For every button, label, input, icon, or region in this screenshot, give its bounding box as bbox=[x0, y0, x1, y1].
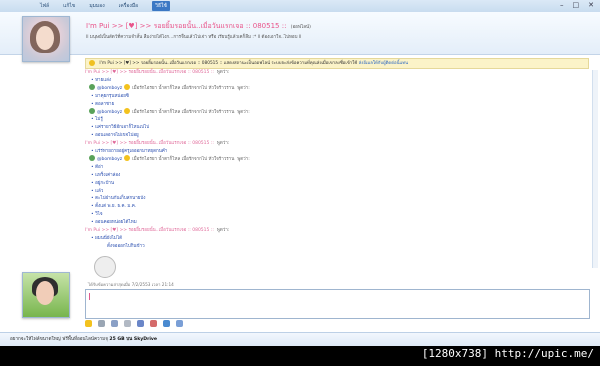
sender-tagline: เมื่อรักไอรยา น้ำตาก็ไหล เมื่อรักจากไป ห… bbox=[132, 156, 235, 162]
says-label: พูดว่า: bbox=[237, 156, 250, 162]
contact-avatar[interactable] bbox=[22, 16, 70, 62]
message-text: • ออนเลอาจไม่เขจไปอยู bbox=[91, 133, 139, 139]
message-header: @bomboyz เมื่อรักไอรยา น้ำตาก็ไหล เมื่อรั… bbox=[87, 108, 250, 115]
smiley-icon bbox=[124, 155, 131, 162]
last-message-timestamp: ได้รับข้อความล่าสุดเมื่อ 7/2/2553 เวลา 2… bbox=[88, 282, 174, 287]
sender-name: I'm Pui >> [♥] >> รอยยิ้มรอยนั้น..เมื่อว… bbox=[85, 70, 214, 75]
contact-personal-message: ll มนุษย์เป็นสัตว์ที่ความจำสั้น ลืมง่ายไ… bbox=[86, 35, 302, 40]
smiley-icon bbox=[124, 108, 131, 114]
skydrive-promo[interactable]: อยากจะให้ไฟล์ขนาดใหญ่ ฟรีพื้นที่ออนไลน์ค… bbox=[10, 333, 157, 346]
menu-tools[interactable]: เครื่องมือ bbox=[119, 1, 138, 11]
message-text: • ไม่รู้ bbox=[91, 117, 103, 123]
sender-name: @bomboyz bbox=[97, 85, 123, 91]
message-header: @bomboyz เมื่อรักไอรยา น้ำตาก็ไหล เมื่อรั… bbox=[87, 155, 250, 162]
buddy-icon bbox=[89, 84, 95, 91]
handwriting-icon[interactable] bbox=[163, 320, 170, 327]
message-text: • มาคุยกรุนหน่อยซิ bbox=[91, 93, 129, 99]
contact-status: (ออฟไลน์) bbox=[290, 25, 311, 30]
avatar-face bbox=[36, 281, 54, 305]
conversation-scrollbar[interactable] bbox=[592, 70, 598, 268]
menu-edit[interactable]: แก้ไข bbox=[63, 1, 75, 11]
cartoon-emoticon bbox=[94, 256, 116, 278]
compose-toolbar bbox=[85, 319, 325, 328]
menu-view[interactable]: มุมมอง bbox=[89, 1, 104, 11]
message-text: • ผมนนี่ยังไม่ได้ bbox=[91, 235, 123, 241]
watermark: [1280x738] http://upic.me/ bbox=[421, 347, 594, 360]
message-text: • ตอลาชาย bbox=[91, 101, 115, 107]
message-text: • แค่รายาวิธีอีกเอาก็ไหนเปไป bbox=[91, 125, 150, 131]
sender-name: @bomboyz bbox=[97, 156, 123, 162]
buddy-icon bbox=[89, 108, 95, 114]
says-label: พูดว่า: bbox=[216, 70, 230, 75]
says-label: พูดว่า: bbox=[237, 109, 250, 115]
message-header: I'm Pui >> [♥] >> รอยยิ้มรอยนั้น..เมื่อว… bbox=[85, 226, 229, 233]
font-icon[interactable] bbox=[137, 320, 144, 327]
maximize-button[interactable]: □ bbox=[573, 1, 580, 10]
message-text: • แล้ว bbox=[91, 188, 104, 194]
my-avatar[interactable] bbox=[22, 272, 70, 318]
message-header: I'm Pui >> [♥] >> รอยยิ้มรอยนั้น..เมื่อว… bbox=[85, 139, 229, 146]
sender-name: I'm Pui >> [♥] >> รอยยิ้มรอยนั้น..เมื่อว… bbox=[85, 228, 214, 233]
message-input[interactable] bbox=[85, 289, 590, 319]
message-text: • แหร็งเค่าล่อง bbox=[91, 172, 121, 178]
window-controls: – □ ✕ bbox=[560, 1, 594, 10]
message-text: • ออนคอยหน่อยได้ไหม bbox=[91, 220, 137, 226]
gift-icon[interactable] bbox=[176, 320, 183, 327]
promo-text: อยากจะให้ไฟล์ขนาดใหญ่ ฟรีพื้นที่ออนไลน์ค… bbox=[10, 337, 108, 342]
send-email-link[interactable]: ส่งอีเมลให้กับผู้ติดต่อนี้แทน bbox=[359, 61, 408, 66]
message-text: • ตะไปฝ่านกันเก็บสกนายบัง bbox=[91, 196, 146, 202]
message-header: @bomboyz เมื่อรักไอรยา น้ำตาก็ไหล เมื่อรั… bbox=[87, 84, 250, 91]
info-icon bbox=[89, 59, 95, 66]
sender-name: I'm Pui >> [♥] >> รอยยิ้มรอยนั้น..เมื่อว… bbox=[85, 141, 214, 147]
close-button[interactable]: ✕ bbox=[588, 1, 594, 10]
message-text: • ดีอ่า bbox=[91, 164, 104, 170]
minimize-button[interactable]: – bbox=[560, 1, 564, 10]
emoticon-icon[interactable] bbox=[85, 320, 92, 327]
conversation-history: I'm Pui >> [♥] >> รอยยิ้มรอยนั้น..เมื่อว… bbox=[85, 68, 585, 268]
voice-clip-icon[interactable] bbox=[124, 320, 131, 327]
message-header: I'm Pui >> [♥] >> รอยยิ้มรอยนั้น..เมื่อว… bbox=[85, 68, 229, 75]
contact-display-name: I'm Pui >> [♥] >> รอยยิ้มรอยนั้น..เมื่อว… bbox=[86, 22, 287, 30]
message-text: • ตั้งแต่ พ.ย. ธ.ค. ม.ค. bbox=[91, 204, 137, 210]
menu-file[interactable]: ไฟล์ bbox=[40, 1, 49, 11]
buddy-icon bbox=[89, 155, 95, 162]
sender-name: @bomboyz bbox=[97, 109, 123, 115]
says-label: พูดว่า: bbox=[216, 228, 230, 233]
message-text: • อยู่กะบ้าน bbox=[91, 180, 115, 186]
message-text: • วิไจ bbox=[91, 212, 103, 218]
sender-tagline: เมื่อรักไอรยา น้ำตาก็ไหล เมื่อรักจากไป ห… bbox=[132, 85, 235, 91]
messenger-window: ไฟล์ แก้ไข มุมมอง เครื่องมือ วิธีใช้ – □… bbox=[0, 0, 600, 346]
message-text: • หายแล่ง bbox=[91, 77, 112, 83]
says-label: พูดว่า: bbox=[216, 141, 230, 147]
offline-notice-text: I'm Pui >> [♥] >> รอยยิ้มรอยนั้น..เมื่อว… bbox=[99, 61, 358, 66]
nudge-icon[interactable] bbox=[111, 320, 118, 327]
background-icon[interactable] bbox=[150, 320, 157, 327]
menu-help[interactable]: วิธีใช้ bbox=[152, 1, 170, 11]
smiley-icon bbox=[124, 84, 131, 91]
says-label: พูดว่า: bbox=[237, 85, 250, 91]
wink-icon[interactable] bbox=[98, 320, 105, 327]
sender-tagline: เมื่อรักไอรยา น้ำตาก็ไหล เมื่อรักจากไป ห… bbox=[132, 109, 235, 115]
text-caret bbox=[89, 293, 90, 300]
contact-name: I'm Pui >> [♥] >> รอยยิ้มรอยนั้น..เมื่อว… bbox=[86, 21, 311, 32]
menu-bar: ไฟล์ แก้ไข มุมมอง เครื่องมือ วิธีใช้ bbox=[40, 1, 170, 11]
status-bar: อยากจะให้ไฟล์ขนาดใหญ่ ฟรีพื้นที่ออนไลน์ค… bbox=[0, 332, 600, 346]
message-text: • แร่ร่ทายถายอยู่ครูเอออกมาทยุดกนคำ bbox=[91, 149, 168, 154]
promo-bold: 25 GB บน SkyDrive bbox=[109, 337, 158, 342]
message-text: ตั้งจอออกไปกินข้าว bbox=[107, 243, 145, 249]
avatar-face bbox=[36, 26, 54, 50]
